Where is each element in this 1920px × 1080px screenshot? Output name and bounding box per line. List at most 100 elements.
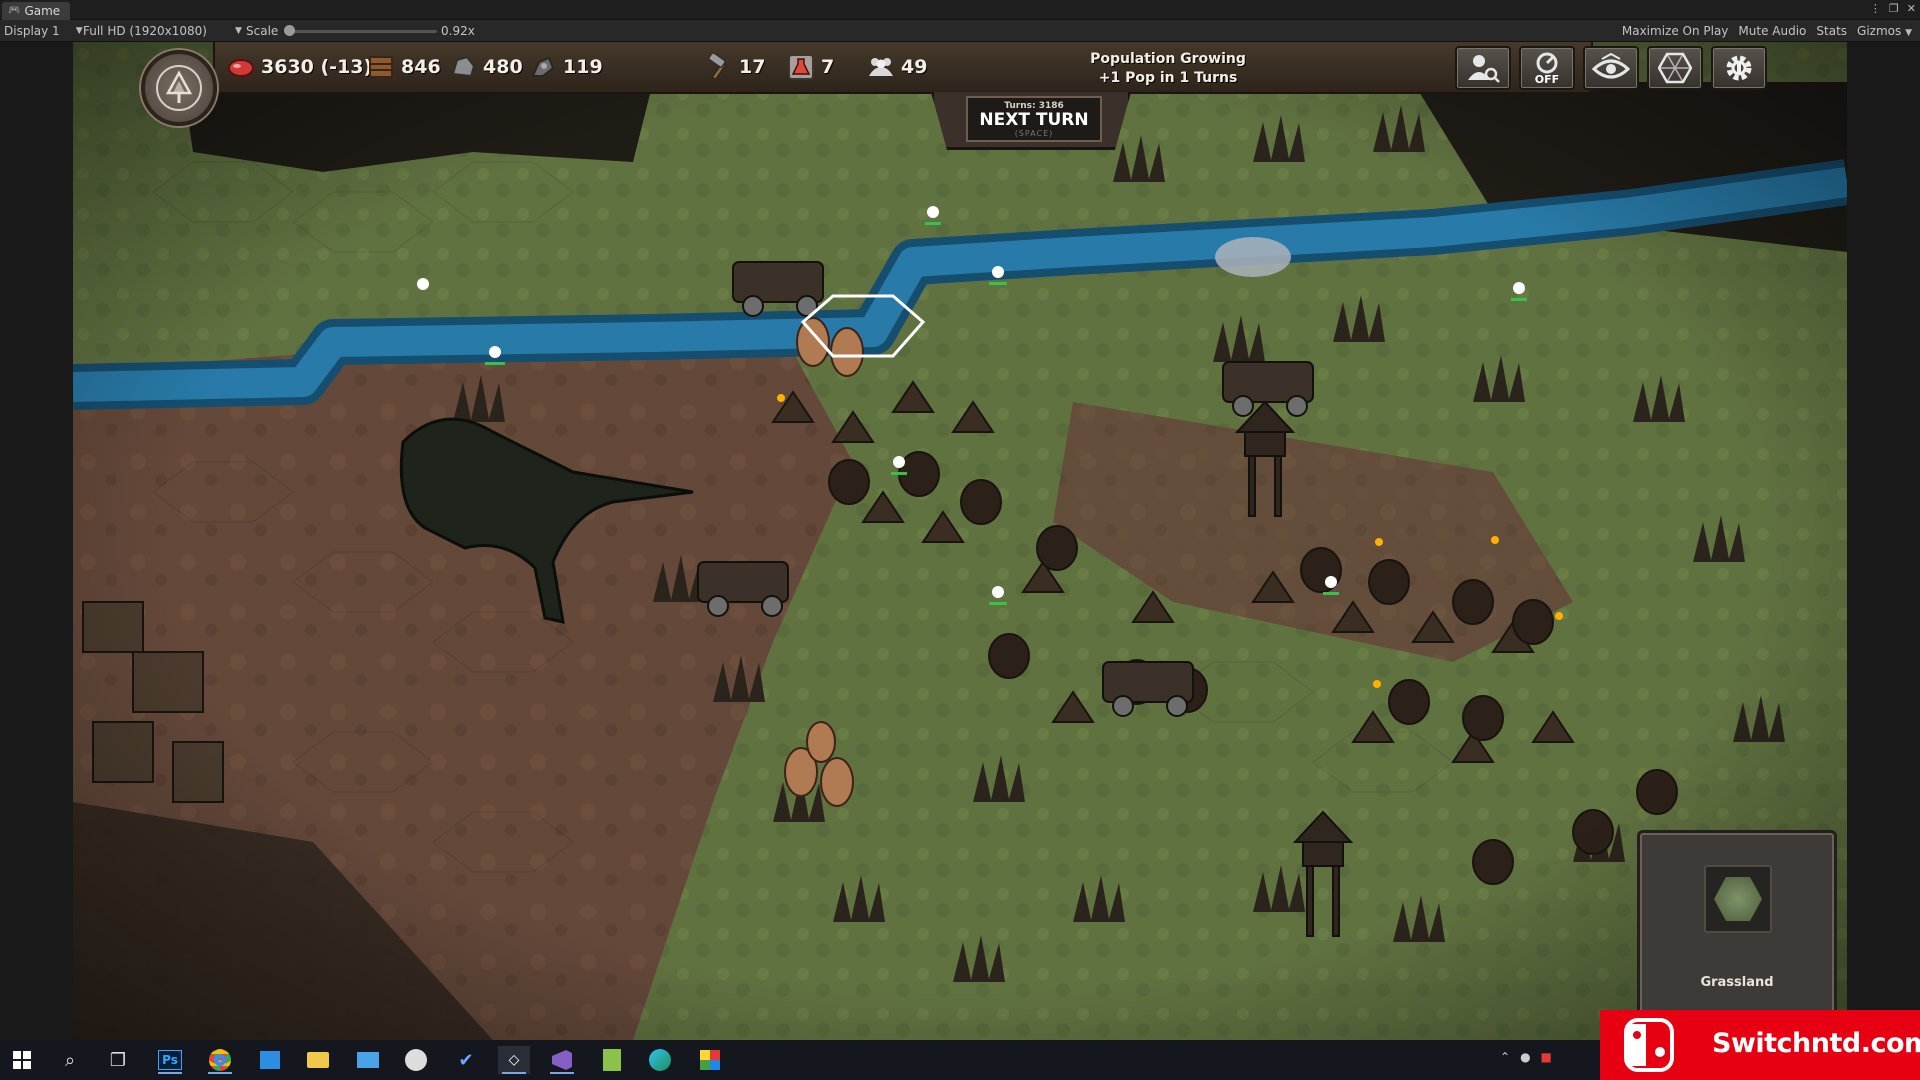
settings-gear-icon xyxy=(1726,55,1752,81)
auto-off-icon xyxy=(1536,52,1558,73)
population-status-detail: +1 Pop in 1 Turns xyxy=(1098,70,1238,86)
game-tab-label: Game xyxy=(24,4,61,18)
scale-label: Scale xyxy=(246,24,279,38)
search-icon: ⌕ xyxy=(64,1049,76,1071)
wood-value: 846 xyxy=(401,56,441,78)
game-tab[interactable]: 🎮 Game xyxy=(2,2,71,20)
pinwheel-icon xyxy=(700,1050,720,1070)
chrome-taskbar-app[interactable] xyxy=(204,1046,236,1074)
notepad-icon xyxy=(603,1049,621,1071)
unity-taskbar-app[interactable]: ◇ xyxy=(498,1046,530,1074)
tasks-taskbar-app[interactable]: ✔ xyxy=(450,1046,482,1074)
clock-taskbar-app[interactable] xyxy=(400,1046,432,1074)
edge-taskbar-app[interactable] xyxy=(644,1046,676,1074)
explorer-taskbar-app[interactable] xyxy=(302,1046,334,1074)
production-value: 17 xyxy=(739,56,766,78)
window-controls: ⋮ ❐ ✕ xyxy=(1870,2,1916,15)
next-turn-label: NEXT TURN xyxy=(979,110,1089,130)
food-resource[interactable]: 3630 (-13) xyxy=(227,52,372,82)
ore-icon xyxy=(531,56,555,77)
pinwheel-taskbar-app[interactable] xyxy=(694,1046,726,1074)
store-taskbar-app[interactable] xyxy=(254,1046,286,1074)
visual-studio-taskbar-app[interactable] xyxy=(546,1046,578,1074)
worker-search-icon xyxy=(1468,55,1500,83)
scale-slider[interactable] xyxy=(287,30,437,33)
resolution-label: Full HD (1920x1080) xyxy=(83,24,207,38)
mail-taskbar-app[interactable] xyxy=(352,1046,384,1074)
toolbar-right-options: Maximize On Play Mute Audio Stats Gizmos… xyxy=(1622,20,1912,44)
maximize-window-icon[interactable]: ❐ xyxy=(1889,2,1899,15)
gizmos-dropdown[interactable]: Gizmos ▼ xyxy=(1857,20,1912,44)
chrome-icon xyxy=(209,1049,231,1071)
notepad-taskbar-app[interactable] xyxy=(596,1046,628,1074)
grid-toggle-button[interactable] xyxy=(1647,46,1703,90)
checkmark-icon: ✔ xyxy=(458,1049,474,1071)
hammer-icon xyxy=(708,54,727,80)
science-resource[interactable]: 7 xyxy=(787,52,834,82)
tribe-tree-icon xyxy=(156,65,202,111)
chevron-down-icon: ▼ xyxy=(234,26,242,36)
next-turn-button[interactable]: Turns: 3186 NEXT TURN (SPACE) xyxy=(966,96,1102,142)
auto-end-turn-toggle[interactable]: OFF xyxy=(1519,46,1575,90)
hex-map[interactable] xyxy=(73,42,1847,1040)
wood-icon xyxy=(369,56,393,78)
auto-toggle-state: OFF xyxy=(1534,72,1560,86)
food-value: 3630 (-13) xyxy=(261,56,373,78)
more-menu-icon[interactable]: ⋮ xyxy=(1870,2,1881,15)
mute-audio-toggle[interactable]: Mute Audio xyxy=(1738,20,1806,44)
grid-icon xyxy=(1658,52,1692,84)
mail-icon xyxy=(357,1052,379,1068)
science-value: 7 xyxy=(821,56,835,78)
vignette-overlay xyxy=(73,42,1847,1040)
population-value: 49 xyxy=(901,56,928,78)
visual-studio-icon xyxy=(552,1050,572,1070)
worker-search-button[interactable] xyxy=(1455,46,1511,90)
edge-icon xyxy=(649,1049,671,1071)
ore-value: 119 xyxy=(563,56,603,78)
settings-button[interactable] xyxy=(1711,46,1767,90)
tribe-emblem[interactable] xyxy=(141,50,217,126)
steam-tray-icon[interactable]: ● xyxy=(1520,1050,1530,1064)
population-resource[interactable]: 49 xyxy=(867,52,927,82)
unity-icon: ◇ xyxy=(508,1052,520,1068)
game-view-toolbar: Display 1 ▼ Full HD (1920x1080) ▼ Scale … xyxy=(0,20,1920,42)
vision-toggle-button[interactable] xyxy=(1583,46,1639,90)
next-turn-hotkey: (SPACE) xyxy=(1014,129,1054,138)
grassland-tile-image xyxy=(1714,877,1762,921)
stats-toggle[interactable]: Stats xyxy=(1816,20,1847,44)
watermark-banner: Switchntd.com xyxy=(1600,1010,1920,1080)
store-icon xyxy=(260,1051,280,1069)
tray-chevron-up-icon[interactable]: ⌃ xyxy=(1500,1050,1510,1064)
close-window-icon[interactable]: ✕ xyxy=(1907,2,1916,15)
resource-hud-bar: 3630 (-13) 846 480 119 17 7 49 Populatio… xyxy=(213,42,1767,94)
app-tray-icon[interactable]: ■ xyxy=(1541,1050,1552,1064)
scale-value: 0.92x xyxy=(441,24,475,38)
switch-logo-icon xyxy=(1624,1018,1674,1072)
food-meat-icon xyxy=(228,59,254,77)
search-button[interactable]: ⌕ xyxy=(54,1046,86,1074)
tile-info-panel: Grassland xyxy=(1637,830,1837,1040)
watermark-text: Switchntd.com xyxy=(1712,1028,1920,1059)
resolution-dropdown[interactable]: Full HD (1920x1080) ▼ xyxy=(83,20,242,42)
chevron-down-icon: ▼ xyxy=(1905,28,1912,38)
task-view-button[interactable]: ❐ xyxy=(102,1046,134,1074)
system-tray: ⌃ ● ■ xyxy=(1500,1050,1552,1064)
wood-resource[interactable]: 846 xyxy=(367,52,441,82)
gamepad-icon: 🎮 xyxy=(8,5,21,16)
ore-resource[interactable]: 119 xyxy=(529,52,603,82)
next-turn-frame: Turns: 3186 NEXT TURN (SPACE) xyxy=(931,92,1131,150)
photoshop-taskbar-app[interactable]: Ps xyxy=(154,1046,186,1074)
maximize-on-play-toggle[interactable]: Maximize On Play xyxy=(1622,20,1729,44)
tile-thumbnail xyxy=(1704,865,1772,933)
tile-terrain-name: Grassland xyxy=(1700,975,1774,990)
start-button[interactable] xyxy=(6,1046,38,1074)
folder-icon xyxy=(307,1052,329,1068)
display-dropdown[interactable]: Display 1 ▼ xyxy=(4,20,83,42)
stone-icon xyxy=(451,55,476,78)
stone-resource[interactable]: 480 xyxy=(449,52,523,82)
scale-slider-knob[interactable] xyxy=(284,25,295,36)
windows-logo-icon xyxy=(13,1051,31,1069)
clock-icon xyxy=(405,1049,427,1071)
production-resource[interactable]: 17 xyxy=(705,52,765,82)
game-viewport[interactable]: 3630 (-13) 846 480 119 17 7 49 Populatio… xyxy=(73,42,1847,1040)
